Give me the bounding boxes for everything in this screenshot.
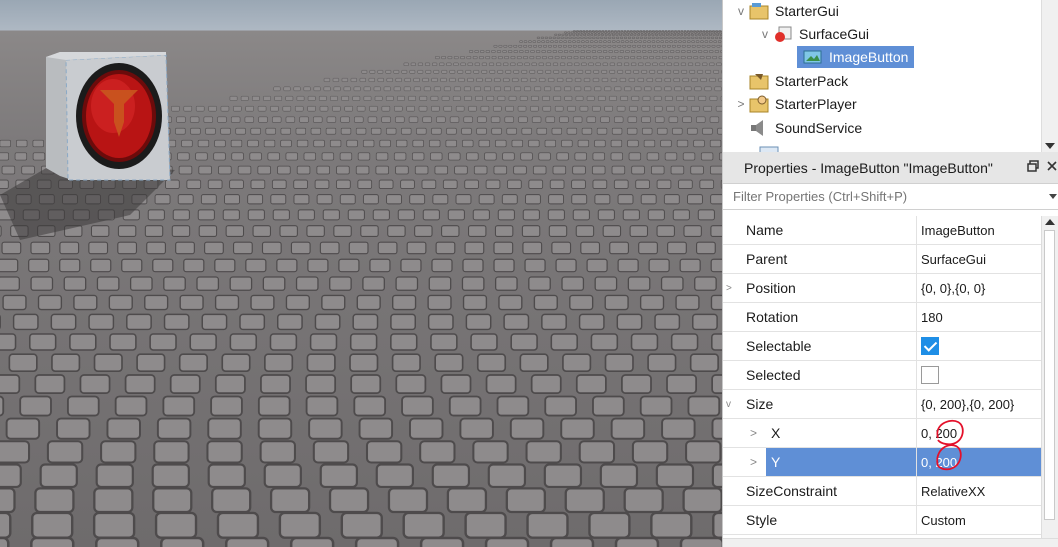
property-name: Size	[746, 396, 774, 412]
viewport-3d[interactable]	[0, 0, 722, 547]
column-divider	[916, 419, 917, 447]
tree-item-label: StarterPlayer	[775, 95, 857, 112]
column-divider	[916, 245, 917, 273]
property-value[interactable]: Custom	[921, 513, 966, 528]
tree-item-label: StarterGui	[775, 2, 839, 19]
column-divider	[916, 390, 917, 418]
property-row-parent[interactable]: Parent SurfaceGui	[723, 245, 1043, 274]
column-divider	[916, 506, 917, 534]
selectable-checkbox[interactable]	[921, 337, 939, 355]
column-divider	[916, 332, 917, 360]
tree-item-selection[interactable]: ImageButton	[797, 45, 915, 68]
property-name: Name	[746, 222, 784, 238]
tree-item-surfacegui[interactable]: v SurfaceGui	[757, 22, 869, 45]
property-row-rotation[interactable]: Rotation 180	[723, 303, 1043, 332]
property-name: Style	[746, 512, 778, 528]
property-name: Selected	[746, 367, 801, 383]
chevron-right-icon[interactable]: >	[750, 426, 757, 440]
property-value[interactable]: RelativeXX	[921, 484, 985, 499]
property-grid: Name ImageButton Parent SurfaceGui > Pos…	[723, 216, 1043, 535]
starterpack-icon	[749, 72, 769, 90]
properties-panel: Properties - ImageButton "ImageButton" N…	[722, 152, 1058, 547]
property-value[interactable]: {0, 200},{0, 200}	[921, 397, 1014, 412]
property-row-style[interactable]: Style Custom	[723, 506, 1043, 535]
filter-properties-input[interactable]	[731, 188, 1035, 205]
soundservice-icon	[749, 119, 769, 137]
scroll-down-icon[interactable]	[1045, 143, 1055, 149]
property-name: Rotation	[746, 309, 799, 325]
folder-gui-icon	[749, 2, 769, 20]
property-value[interactable]: SurfaceGui	[921, 252, 986, 267]
chevron-down-icon[interactable]: v	[757, 27, 773, 41]
chevron-right-icon[interactable]: >	[750, 455, 757, 469]
column-divider	[916, 274, 917, 302]
explorer-panel: v StarterGui v SurfaceGui ImageButton St…	[722, 0, 1058, 152]
tree-partial-icon	[759, 143, 779, 152]
property-value[interactable]: 180	[921, 310, 943, 325]
property-name: X	[771, 425, 781, 441]
tree-item-soundservice[interactable]: SoundService	[733, 116, 862, 139]
tree-item-starterplayer[interactable]: > StarterPlayer	[733, 92, 857, 115]
property-row-selectable[interactable]: Selectable	[723, 332, 1043, 361]
surfacegui-icon	[773, 25, 793, 43]
property-name: Y	[771, 454, 781, 470]
column-divider	[916, 216, 917, 244]
property-row-selected[interactable]: Selected	[723, 361, 1043, 390]
starterplayer-icon	[749, 95, 769, 113]
close-icon[interactable]	[1046, 159, 1058, 175]
property-row-size[interactable]: v Size {0, 200},{0, 200}	[723, 390, 1043, 419]
tree-item-label: SurfaceGui	[799, 25, 870, 42]
properties-title: Properties - ImageButton "ImageButton"	[744, 159, 993, 176]
chevron-down-icon[interactable]: v	[733, 4, 749, 18]
tree-item-partial	[759, 140, 785, 152]
property-row-size-x[interactable]: > X 0, 200	[723, 419, 1043, 448]
tree-item-startergui[interactable]: v StarterGui	[733, 0, 839, 22]
tree-item-label: ImageButton	[829, 48, 909, 65]
column-divider	[916, 477, 917, 505]
expand-arrow-icon[interactable]: >	[726, 283, 732, 294]
property-name: Parent	[746, 251, 788, 267]
annotation-circle-y	[936, 444, 962, 471]
selection-highlight	[766, 448, 916, 476]
column-divider	[916, 448, 917, 476]
part-with-surfacegui[interactable]	[0, 0, 722, 547]
property-value[interactable]: ImageButton	[921, 223, 995, 238]
property-name: Selectable	[746, 338, 812, 354]
chevron-down-icon[interactable]	[1049, 194, 1057, 199]
float-window-icon[interactable]	[1027, 159, 1039, 175]
chevron-right-icon[interactable]: >	[733, 97, 749, 111]
horizontal-scrollbar[interactable]	[723, 538, 1058, 547]
filter-properties	[723, 184, 1058, 210]
explorer-scrollbar[interactable]	[1041, 0, 1058, 152]
tree-item-imagebutton[interactable]: ImageButton	[781, 45, 915, 68]
scrollbar-thumb[interactable]	[1044, 230, 1055, 520]
imagebutton-icon	[803, 48, 823, 66]
tree-item-label: StarterPack	[775, 72, 849, 89]
properties-header: Properties - ImageButton "ImageButton"	[723, 152, 1058, 184]
property-name: SizeConstraint	[746, 483, 838, 499]
column-divider	[916, 303, 917, 331]
property-row-position[interactable]: > Position {0, 0},{0, 0}	[723, 274, 1043, 303]
property-row-sizeconstraint[interactable]: SizeConstraint RelativeXX	[723, 477, 1043, 506]
selected-checkbox[interactable]	[921, 366, 939, 384]
property-row-name[interactable]: Name ImageButton	[723, 216, 1043, 245]
expand-arrow-icon[interactable]: v	[726, 399, 731, 410]
tree-item-label: SoundService	[775, 119, 863, 136]
scroll-up-icon[interactable]	[1045, 219, 1055, 225]
property-value[interactable]: {0, 0},{0, 0}	[921, 281, 985, 296]
property-name: Position	[746, 280, 796, 296]
property-row-size-y[interactable]: > Y 0, 200	[723, 444, 1043, 477]
properties-scrollbar[interactable]	[1041, 216, 1058, 547]
column-divider	[916, 361, 917, 389]
tree-item-starterpack[interactable]: StarterPack	[733, 69, 848, 92]
